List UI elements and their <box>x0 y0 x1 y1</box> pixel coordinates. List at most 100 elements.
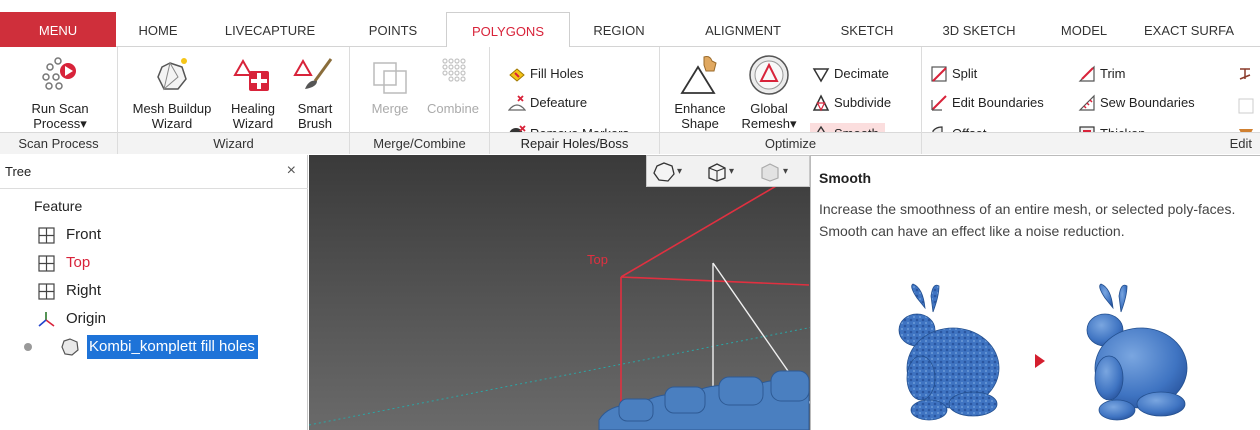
origin-axes-icon <box>38 312 55 327</box>
tree-panel-header: Tree × <box>0 155 308 189</box>
split-label: Split <box>952 66 978 81</box>
combine-icon <box>442 58 466 82</box>
tab-menu[interactable]: MENU <box>0 12 116 47</box>
ribbon-tab-bar: MENU HOME LIVECAPTURE POINTS POLYGONS RE… <box>0 0 1260 48</box>
tree-item-label: Right <box>66 282 102 299</box>
tab-points[interactable]: POINTS <box>340 12 446 47</box>
dropdown-dot-icon[interactable]: ▾ <box>729 166 734 177</box>
subdivide-button[interactable]: Subdivide <box>810 92 891 114</box>
group-optimize: Enhance Shape Global Remesh▾ Decimate Su… <box>660 47 922 154</box>
healing-label-2: Wizard <box>232 116 274 131</box>
split-icon <box>931 66 947 82</box>
tree-feature-header: Feature <box>34 198 83 214</box>
combine-label: Combine <box>426 101 480 116</box>
group-title-repair-holes-boss: Repair Holes/Boss <box>490 132 660 154</box>
merge-icon <box>373 62 407 94</box>
tab-exact-surfacing[interactable]: EXACT SURFA <box>1144 12 1260 47</box>
fill-holes-icon <box>509 68 525 82</box>
healing-icon <box>233 58 269 91</box>
defeature-button[interactable]: Defeature <box>506 92 587 114</box>
sew-boundaries-label: Sew Boundaries <box>1100 95 1195 110</box>
enhance-label-2: Shape <box>681 116 719 131</box>
tab-model[interactable]: MODEL <box>1042 12 1126 47</box>
edit-boundaries-label: Edit Boundaries <box>952 95 1044 110</box>
tooltip-description: Increase the smoothness of an entire mes… <box>819 201 1236 239</box>
group-merge-combine: Merge Combine Merge/Combine <box>350 47 490 154</box>
subdivide-icon <box>812 94 830 112</box>
box-view-icon[interactable] <box>705 162 727 182</box>
tree-panel: Tree × Feature Front Top Right Origin Ko… <box>0 155 308 430</box>
trim-button[interactable]: Trim <box>1076 63 1126 85</box>
enhance-shape-button[interactable]: Enhance Shape <box>668 53 732 131</box>
plane-icon <box>38 283 55 300</box>
tab-sketch[interactable]: SKETCH <box>818 12 916 47</box>
tree-item-mesh-label: Kombi_komplett fill holes <box>86 334 259 360</box>
tab-livecapture[interactable]: LIVECAPTURE <box>200 12 340 47</box>
group-title-wizard: Wizard <box>118 132 349 154</box>
healing-label: Healing <box>230 101 276 116</box>
tree-item-label: Top <box>66 254 91 271</box>
tooltip-title: Smooth <box>819 170 872 186</box>
mesh-buildup-label: Mesh Buildup <box>132 101 212 116</box>
combine-button[interactable]: Combine <box>420 53 486 116</box>
group-edit: Split Edit Boundaries Offset Trim <box>922 47 1260 154</box>
run-scan-label-2: Process▾ <box>33 116 87 131</box>
view-toolbar: ▾ ▾ ▾ <box>646 155 810 187</box>
group-title-optimize: Optimize <box>660 132 921 154</box>
subdivide-label: Subdivide <box>834 95 892 110</box>
top-plane-label: Top <box>587 252 608 267</box>
close-icon[interactable]: × <box>287 162 296 180</box>
trim-icon <box>1078 65 1095 82</box>
smart-label: Smart <box>297 101 333 116</box>
healing-wizard-button[interactable]: Healing Wizard <box>222 53 284 131</box>
bunny-before-image <box>898 283 1000 421</box>
run-scan-process-button[interactable]: Run Scan Process▾ <box>14 53 106 131</box>
shaded-view-icon[interactable] <box>759 162 781 182</box>
defeature-label: Defeature <box>530 95 588 110</box>
global-remesh-button[interactable]: Global Remesh▾ <box>734 53 804 131</box>
run-scan-icon <box>42 57 76 90</box>
fill-holes-button[interactable]: Fill Holes <box>506 63 583 85</box>
decimate-icon <box>812 68 830 83</box>
tab-3d-sketch[interactable]: 3D SKETCH <box>916 12 1042 47</box>
decimate-button[interactable]: Decimate <box>810 63 889 85</box>
defeature-icon <box>508 95 526 111</box>
mesh-view-icon[interactable] <box>653 162 675 182</box>
fill-holes-label: Fill Holes <box>530 66 584 81</box>
global-remesh-icon <box>749 55 789 95</box>
decimate-label: Decimate <box>834 66 889 81</box>
tab-alignment[interactable]: ALIGNMENT <box>668 12 818 47</box>
mesh-buildup-label-2: Wizard <box>151 116 193 131</box>
smooth-tooltip: Smooth Increase the smoothness of an ent… <box>810 155 1260 430</box>
plane-icon <box>38 255 55 272</box>
group-title-merge-combine: Merge/Combine <box>350 132 489 154</box>
trim-label: Trim <box>1100 66 1126 81</box>
tab-region[interactable]: REGION <box>570 12 668 47</box>
run-scan-label: Run Scan <box>31 101 89 116</box>
tree-item-label: Origin <box>66 310 107 327</box>
sew-boundaries-icon <box>1078 94 1095 111</box>
dropdown-dot-icon[interactable]: ▾ <box>677 166 682 177</box>
dropdown-dot-icon[interactable]: ▾ <box>783 166 788 177</box>
smart-brush-button[interactable]: Smart Brush <box>286 53 344 131</box>
tab-polygons[interactable]: POLYGONS <box>446 12 570 48</box>
edit-boundaries-button[interactable]: Edit Boundaries <box>928 92 1044 114</box>
tree-panel-title: Tree <box>5 164 32 179</box>
brush-icon <box>293 58 333 89</box>
global-label-2: Remesh▾ <box>741 116 797 131</box>
merge-button[interactable]: Merge <box>362 53 418 116</box>
tree-item-mesh[interactable]: Kombi_komplett fill holes <box>16 334 306 360</box>
arrow-right-icon <box>1035 354 1045 368</box>
ribbon: Run Scan Process▾ Scan Process Mesh Buil… <box>0 47 1260 154</box>
mesh-buildup-wizard-button[interactable]: Mesh Buildup Wizard <box>122 53 222 131</box>
sew-boundaries-button[interactable]: Sew Boundaries <box>1076 92 1195 114</box>
enhance-label: Enhance <box>674 101 726 116</box>
group-wizard: Mesh Buildup Wizard Healing Wizard Smart… <box>118 47 350 154</box>
edit-boundaries-icon <box>931 95 947 111</box>
tab-home[interactable]: HOME <box>116 12 200 47</box>
group-title-scan-process: Scan Process <box>0 132 117 154</box>
mesh-buildup-icon <box>157 58 187 91</box>
visibility-dot-icon[interactable] <box>24 343 32 351</box>
split-button[interactable]: Split <box>928 63 977 85</box>
tree-item-label: Front <box>66 226 102 243</box>
